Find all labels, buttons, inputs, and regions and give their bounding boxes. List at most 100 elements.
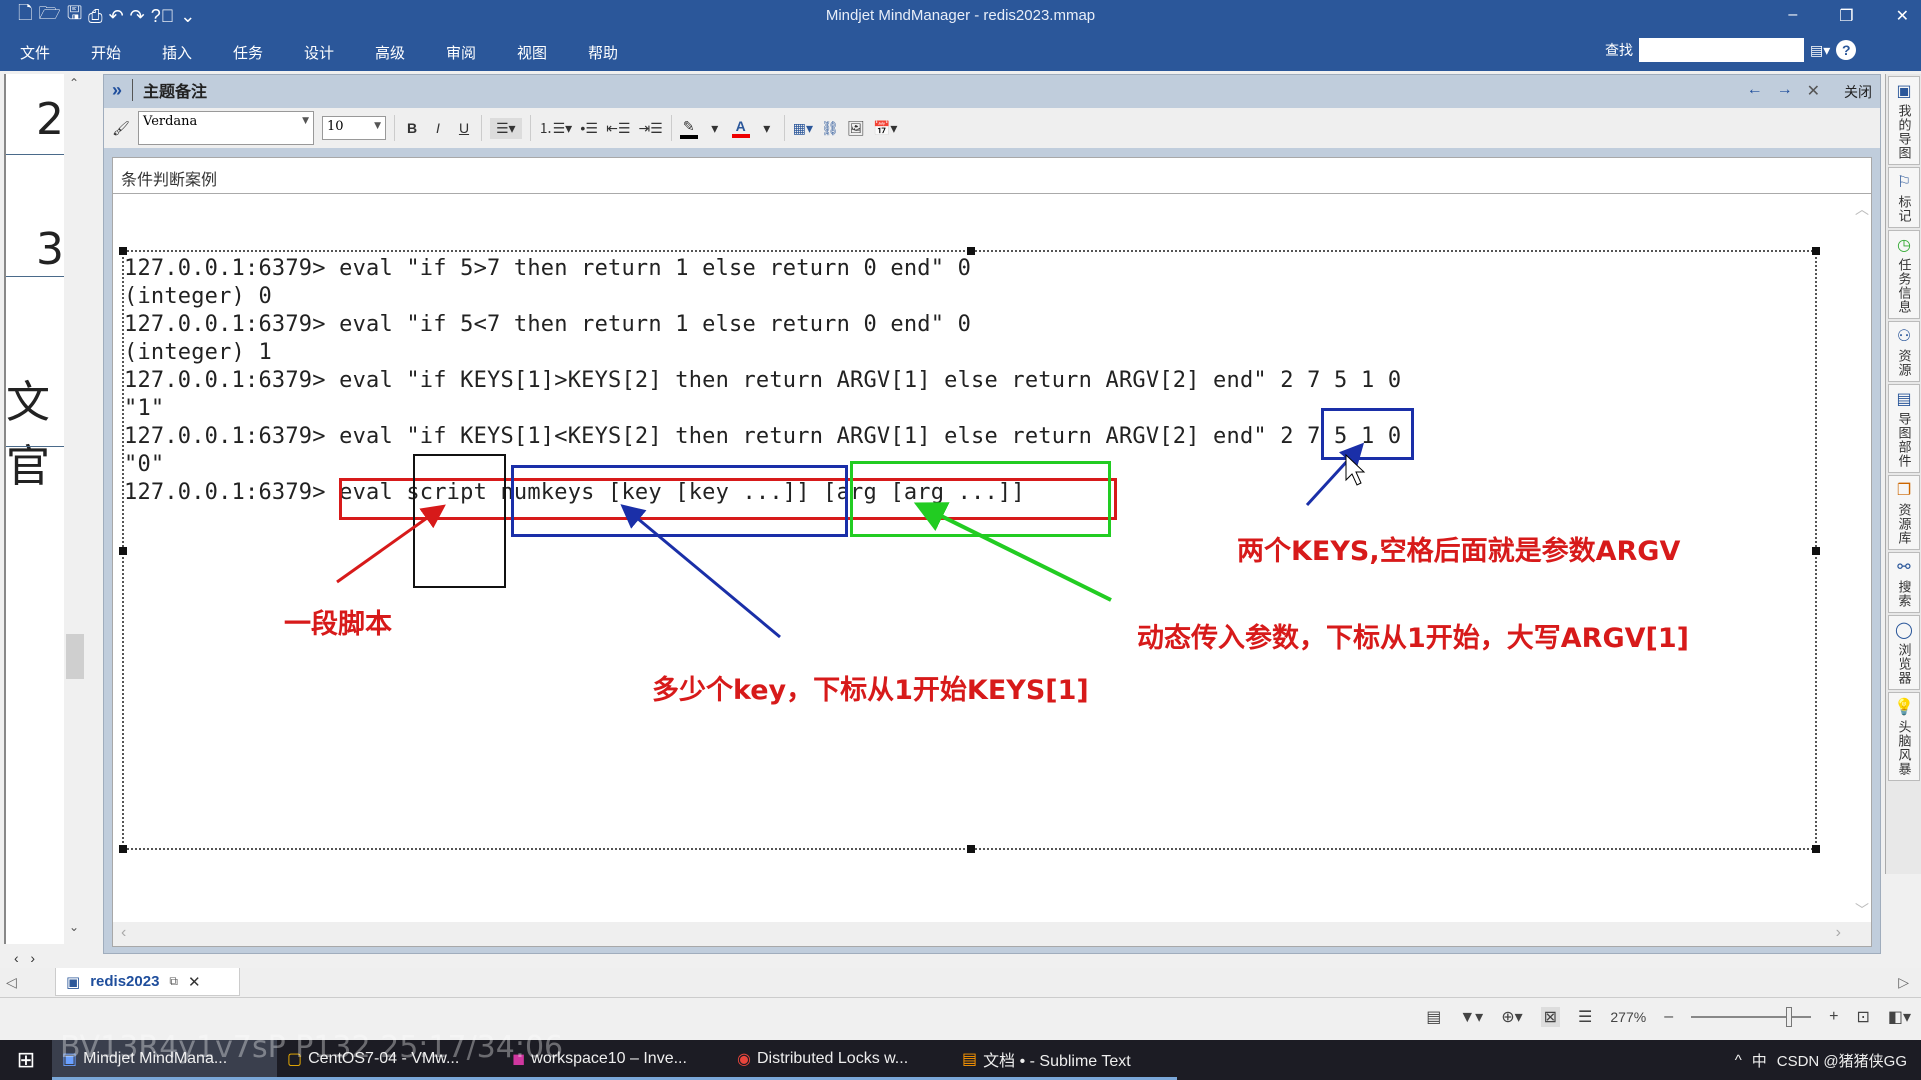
close-button[interactable]: ✕ — [1896, 6, 1909, 26]
taskbar-item-sublime[interactable]: ▤ 文档 • - Sublime Text — [952, 1040, 1177, 1080]
tab-resources[interactable]: ⚇ 资源 — [1888, 321, 1920, 382]
forward-arrow-icon[interactable]: → — [1777, 81, 1793, 101]
tab-my-maps[interactable]: ▣ 我的导图 — [1888, 76, 1920, 165]
align-left-icon[interactable]: ☰▾ — [490, 117, 522, 139]
window-controls: – ❐ ✕ — [1788, 6, 1909, 26]
scroll-left-icon[interactable]: ‹ — [121, 924, 126, 942]
filter-icon[interactable]: ▼▾ — [1459, 1007, 1483, 1027]
fit-map-icon[interactable]: ⊠ — [1540, 1007, 1561, 1027]
bullet-list-icon[interactable]: •☰ — [580, 120, 598, 137]
help-icon[interactable]: ? — [1836, 40, 1857, 60]
scroll-thumb[interactable] — [66, 634, 84, 679]
left-scrollbar[interactable]: ⌃ ⌄ — [64, 74, 86, 944]
zoom-slider-thumb[interactable] — [1786, 1007, 1793, 1027]
format-painter-icon[interactable]: 🖌 — [112, 120, 130, 137]
italic-button[interactable]: I — [429, 120, 447, 136]
search-area: 查找 ▤▾ ? — [1605, 38, 1857, 62]
zoom-slider[interactable] — [1691, 1007, 1812, 1027]
topic-number[interactable]: 2 — [36, 94, 64, 145]
insert-date-icon[interactable]: 📅▾ — [873, 120, 897, 137]
tray-expand-icon[interactable]: ^ — [1735, 1052, 1742, 1069]
menu-home[interactable]: 开始 — [91, 42, 162, 63]
menu-advanced[interactable]: 高级 — [375, 42, 446, 63]
search-input[interactable] — [1639, 38, 1804, 62]
scroll-down-icon[interactable]: ﹀ — [1855, 900, 1869, 920]
menu-review[interactable]: 审阅 — [446, 42, 517, 63]
resize-handle[interactable] — [967, 247, 975, 255]
tab-markers[interactable]: ⚐ 标记 — [1888, 167, 1920, 228]
menu-insert[interactable]: 插入 — [162, 42, 233, 63]
resize-handle[interactable] — [119, 547, 127, 555]
menu-task[interactable]: 任务 — [233, 42, 304, 63]
notes-close-button[interactable]: 关闭 — [1844, 82, 1872, 102]
resize-handle[interactable] — [1812, 547, 1820, 555]
menu-view[interactable]: 视图 — [517, 42, 588, 63]
decrease-indent-icon[interactable]: ⇤☰ — [606, 120, 630, 137]
back-arrow-icon[interactable]: ← — [1747, 81, 1763, 101]
document-tab[interactable]: ▣ redis2023 ⧉ ✕ — [55, 968, 240, 996]
scroll-down-icon[interactable]: ⌄ — [69, 920, 79, 934]
scroll-left-right-icon[interactable]: ‹ › — [14, 950, 35, 966]
menu-help[interactable]: 帮助 — [588, 42, 659, 63]
fit-page-icon[interactable]: ⊡ — [1856, 1007, 1869, 1027]
font-color-icon[interactable]: A — [731, 118, 750, 138]
tab-search[interactable]: ⚯ 搜索 — [1888, 552, 1920, 613]
document-tabs: ◁ ▣ redis2023 ⧉ ✕ ▷ — [0, 968, 1921, 998]
float-tab-icon[interactable]: ⧉ — [169, 974, 178, 989]
resize-handle[interactable] — [1812, 845, 1820, 853]
tab-library[interactable]: ❐ 资源库 — [1888, 475, 1920, 550]
separator — [481, 115, 482, 141]
link-icon[interactable]: ⛓ — [821, 120, 839, 137]
tab-task-info[interactable]: ◷ 任务信息 — [1888, 230, 1920, 319]
layout-icon[interactable]: ◧▾ — [1888, 1007, 1911, 1027]
tab-brainstorm[interactable]: 💡 头脑风暴 — [1888, 692, 1920, 781]
minimize-button[interactable]: – — [1788, 6, 1797, 26]
code-line: "0" — [124, 452, 165, 477]
folder-icon: ▣ — [1896, 83, 1912, 100]
focus-topic-icon[interactable]: ⊕▾ — [1501, 1007, 1522, 1027]
close-tab-icon[interactable]: ✕ — [188, 973, 201, 991]
chevron-down-icon[interactable]: ▾ — [758, 120, 776, 137]
ime-indicator[interactable]: 中 — [1752, 1050, 1767, 1071]
windows-start-icon[interactable]: ⊞ — [0, 1040, 52, 1080]
tab-scroll-left-icon[interactable]: ◁ — [6, 974, 17, 991]
menu-file[interactable]: 文件 — [20, 42, 91, 63]
table-icon[interactable]: ▦▾ — [793, 120, 813, 137]
zoom-out-button[interactable]: – — [1664, 1008, 1673, 1026]
tab-map-parts[interactable]: ▤ 导图部件 — [1888, 384, 1920, 473]
chevron-down-icon[interactable]: ▾ — [706, 120, 724, 137]
restore-button[interactable]: ❐ — [1839, 6, 1853, 26]
scroll-up-icon[interactable]: ︿ — [1855, 199, 1869, 219]
resize-handle[interactable] — [119, 845, 127, 853]
numbered-list-icon[interactable]: ⒈☰▾ — [539, 118, 573, 138]
search-options-icon[interactable]: ▤▾ — [1810, 42, 1830, 59]
underline-button[interactable]: U — [455, 120, 473, 136]
annotation-script: 一段脚本 — [284, 609, 392, 640]
taskbar-item-chrome[interactable]: ◉ Distributed Locks w... — [727, 1040, 952, 1080]
marker-icon: ⚐ — [1896, 174, 1912, 191]
resize-handle[interactable] — [967, 845, 975, 853]
tab-browser[interactable]: ◯ 浏览器 — [1888, 615, 1920, 690]
resize-handle[interactable] — [1812, 247, 1820, 255]
menu-design[interactable]: 设计 — [304, 42, 375, 63]
highlight-icon[interactable]: ✎ — [679, 118, 698, 139]
horizontal-scrollbar[interactable]: ‹ › — [113, 922, 1871, 946]
font-size-select[interactable]: 10 ▼ — [322, 116, 386, 140]
close-x-icon[interactable]: ✕ — [1807, 81, 1820, 101]
bold-button[interactable]: B — [403, 120, 421, 136]
image-icon[interactable]: 🖼 — [847, 120, 865, 137]
topic-partial-text[interactable]: 文官 — [6, 366, 64, 494]
browser-icon: ◯ — [1895, 622, 1913, 639]
topic-number[interactable]: 3 — [36, 224, 64, 275]
scroll-up-icon[interactable]: ⌃ — [69, 76, 79, 90]
tab-scroll-right-icon[interactable]: ▷ — [1898, 974, 1909, 991]
scroll-right-icon[interactable]: › — [1836, 924, 1841, 942]
expand-icon[interactable]: » — [112, 80, 122, 101]
zoom-in-button[interactable]: + — [1829, 1008, 1838, 1026]
resize-handle[interactable] — [119, 247, 127, 255]
outline-view-icon[interactable]: ☰ — [1578, 1007, 1592, 1027]
vertical-scrollbar[interactable]: ︿ ﹀ — [1849, 195, 1871, 924]
increase-indent-icon[interactable]: ⇥☰ — [638, 120, 662, 137]
page-icon[interactable]: ▤ — [1426, 1007, 1441, 1027]
font-family-select[interactable]: Verdana ▼ — [138, 111, 314, 145]
